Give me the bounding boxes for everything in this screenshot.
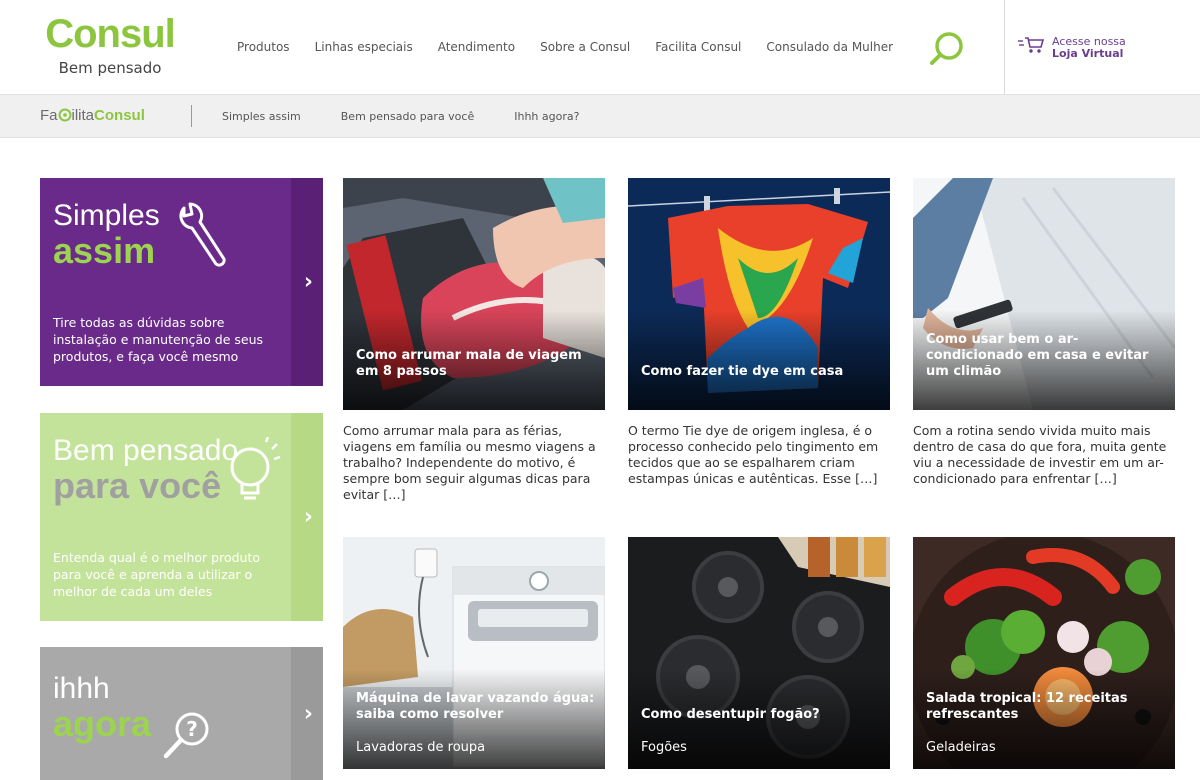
chevron-right-icon: › (303, 269, 313, 295)
svg-text:?: ? (186, 717, 198, 741)
magnifier-question-icon: ? (163, 712, 209, 759)
promo-ihhh-agora[interactable]: ihhh agora ? › (40, 647, 323, 780)
article-excerpt: Com a rotina sendo vivida muito mais den… (913, 423, 1167, 486)
promo-description: Entenda qual é o melhor produto para voc… (53, 550, 261, 599)
nav-facilita-consul[interactable]: Facilita Consul (655, 40, 741, 54)
store-line2: Loja Virtual (1052, 47, 1124, 60)
promo-title-line2: assim (53, 230, 156, 271)
article-card: Como desentupir fogão? Fogões (628, 537, 890, 769)
article-image-link[interactable]: Como arrumar mala de viagem em 8 passos (343, 178, 605, 410)
site-header: Consul Bem pensado Produtos Linhas espec… (0, 0, 1200, 95)
article-image-link[interactable]: Salada tropical: 12 receitas refrescante… (913, 537, 1175, 769)
promo-title-line1: Simples (53, 199, 160, 232)
virtual-store-link[interactable]: Acesse nossa Loja Virtual (1018, 36, 1126, 60)
promo-title-line1: ihhh (53, 672, 110, 705)
article-image-link[interactable]: Como desentupir fogão? Fogões (628, 537, 890, 769)
lightbulb-c-icon (58, 108, 72, 122)
search-button[interactable] (928, 30, 966, 68)
article-image-link[interactable]: Máquina de lavar vazando água: saiba com… (343, 537, 605, 769)
article-excerpt: O termo Tie dye de origem inglesa, é o p… (628, 423, 879, 486)
lightbulb-icon (230, 437, 281, 500)
facilita-consul-logo[interactable]: Fa ilitaConsul (40, 107, 145, 124)
image-gradient (628, 310, 890, 410)
subnav-ihhh-agora[interactable]: Ihhh agora? (514, 110, 579, 123)
subnav-links: Simples assim Bem pensado para você Ihhh… (222, 110, 619, 123)
promo-description: Tire todas as dúvidas sobre instalação e… (53, 315, 264, 364)
facilita-subnav: Fa ilitaConsul Simples assim Bem pensado … (0, 95, 1200, 138)
subnav-simples-assim[interactable]: Simples assim (222, 110, 301, 123)
nav-consulado-da-mulher[interactable]: Consulado da Mulher (766, 40, 893, 54)
promo-arrow-panel: › (291, 178, 323, 386)
nav-produtos[interactable]: Produtos (237, 40, 290, 54)
article-card: Salada tropical: 12 receitas refrescante… (913, 537, 1175, 769)
search-icon (930, 32, 963, 65)
nav-sobre-a-consul[interactable]: Sobre a Consul (540, 40, 630, 54)
promo-title-line2: para você (53, 465, 222, 506)
store-link-text: Acesse nossa Loja Virtual (1052, 36, 1126, 60)
article-title: Salada tropical: 12 receitas refrescante… (926, 691, 1128, 722)
facilita-logo-part1: Fa (40, 107, 58, 124)
chevron-right-icon: › (303, 701, 313, 726)
article-title: Como arrumar mala de viagem em 8 passos (356, 348, 582, 379)
article-title: Como fazer tie dye em casa (641, 364, 844, 379)
main-nav: Produtos Linhas especiais Atendimento So… (237, 40, 918, 54)
article-image-link[interactable]: Como fazer tie dye em casa (628, 178, 890, 410)
article-title: Máquina de lavar vazando água: saiba com… (356, 691, 595, 722)
header-divider (1004, 0, 1005, 95)
promo-title-line2: agora (53, 703, 152, 744)
promo-simples-assim[interactable]: Simples assim Tire todas as dúvidas sobr… (40, 178, 323, 386)
promo-title-line1: Bem pensado (53, 434, 239, 467)
promo-bem-pensado[interactable]: Bem pensado para você Entenda qual é o m… (40, 413, 323, 621)
logo-wordmark: Consul (45, 12, 176, 56)
article-card: Como arrumar mala de viagem em 8 passos … (343, 178, 605, 503)
article-card: Máquina de lavar vazando água: saiba com… (343, 537, 605, 769)
article-title: Como usar bem o ar-condicionado em casa … (926, 332, 1149, 379)
article-card: Como fazer tie dye em casa O termo Tie d… (628, 178, 890, 487)
article-category: Geladeiras (926, 740, 996, 755)
facilita-logo-part3: Consul (94, 107, 145, 124)
chevron-right-icon: › (303, 504, 313, 530)
promo-arrow-panel: › (291, 647, 323, 780)
article-excerpt: Como arrumar mala para as férias, viagen… (343, 423, 596, 502)
logo-tagline: Bem pensado (58, 59, 162, 77)
promo-arrow-panel: › (291, 413, 323, 621)
article-image-link[interactable]: Como usar bem o ar-condicionado em casa … (913, 178, 1175, 410)
nav-atendimento[interactable]: Atendimento (438, 40, 515, 54)
nav-linhas-especiais[interactable]: Linhas especiais (315, 40, 413, 54)
cart-icon (1018, 37, 1044, 53)
facilita-logo-part2: ilita (71, 107, 95, 124)
wrench-icon (179, 202, 226, 267)
subnav-separator (191, 105, 192, 127)
article-category: Fogões (641, 740, 687, 755)
subnav-bem-pensado[interactable]: Bem pensado para você (341, 110, 474, 123)
article-title: Como desentupir fogão? (641, 707, 820, 722)
consul-logo[interactable]: Consul Bem pensado (40, 12, 180, 77)
article-category: Lavadoras de roupa (356, 740, 486, 755)
article-card: Como usar bem o ar-condicionado em casa … (913, 178, 1175, 487)
